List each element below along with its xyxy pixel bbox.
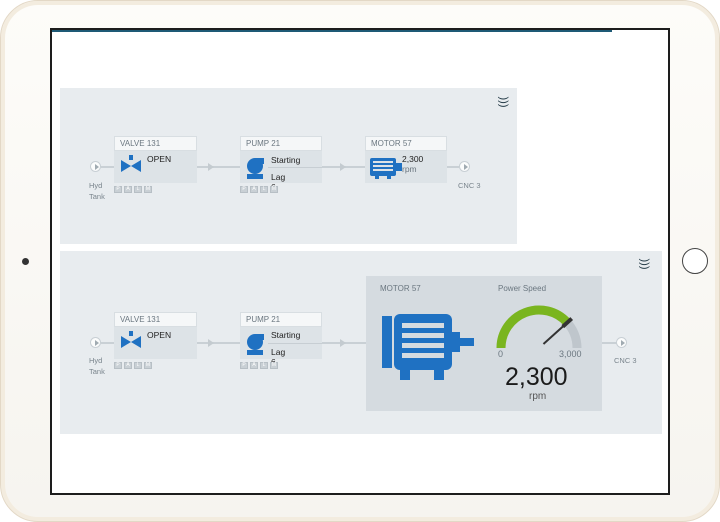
- badge[interactable]: A: [124, 186, 132, 193]
- pump-status: Starting: [271, 330, 301, 340]
- badge[interactable]: M: [270, 186, 278, 193]
- badge[interactable]: A: [250, 186, 258, 193]
- motor-title: MOTOR 57: [365, 136, 447, 151]
- inlet-label: Hyd Tank: [89, 356, 105, 376]
- badge[interactable]: L: [134, 186, 142, 193]
- flow-arrow-icon: [208, 163, 214, 171]
- valve-badges: P A L M: [114, 362, 152, 369]
- speed-gauge: [496, 305, 582, 349]
- badge[interactable]: M: [144, 186, 152, 193]
- badge[interactable]: P: [114, 362, 122, 369]
- gauge-max-label: 3,000: [559, 349, 582, 359]
- pump-divider: [268, 167, 322, 168]
- pump-divider: [268, 343, 322, 344]
- outlet-endpoint[interactable]: [459, 161, 470, 172]
- wifi-icon: ))): [497, 96, 510, 108]
- motor-title: MOTOR 57: [380, 284, 421, 293]
- pump-title: PUMP 21: [240, 312, 322, 327]
- badge[interactable]: L: [260, 362, 268, 369]
- badge[interactable]: M: [144, 362, 152, 369]
- inlet-endpoint[interactable]: [90, 161, 101, 172]
- outlet-label: CNC 3: [458, 181, 481, 190]
- outlet-endpoint[interactable]: [616, 337, 627, 348]
- pump-badges: P A L M: [240, 186, 278, 193]
- outlet-label: CNC 3: [614, 356, 637, 365]
- inlet-endpoint[interactable]: [90, 337, 101, 348]
- valve-title: VALVE 131: [114, 136, 197, 151]
- gauge-min-label: 0: [498, 349, 504, 359]
- valve-status: OPEN: [147, 330, 172, 340]
- flow-arrow-icon: [340, 163, 346, 171]
- badge[interactable]: P: [240, 362, 248, 369]
- motor-speed-unit: rpm: [529, 391, 547, 402]
- screen-top-bar: [52, 30, 612, 32]
- badge[interactable]: A: [124, 362, 132, 369]
- valve-title: VALVE 131: [114, 312, 197, 327]
- valve-badges: P A L M: [114, 186, 152, 193]
- badge[interactable]: L: [260, 186, 268, 193]
- badge[interactable]: A: [250, 362, 258, 369]
- motor-speed-value: 2,300: [505, 363, 568, 391]
- badge[interactable]: P: [240, 186, 248, 193]
- pump-badges: P A L M: [240, 362, 278, 369]
- pump-icon: [247, 158, 264, 179]
- pump-status: Starting: [271, 155, 301, 165]
- flow-arrow-icon: [208, 339, 214, 347]
- badge[interactable]: P: [114, 186, 122, 193]
- motor-speed: 2,300 rpm: [402, 154, 424, 174]
- gauge-fill: [496, 305, 571, 349]
- inlet-label: Hyd Tank: [89, 181, 105, 201]
- gauge-title: Power Speed: [498, 284, 547, 293]
- pump-title: PUMP 21: [240, 136, 322, 151]
- wifi-icon: ))): [638, 258, 651, 270]
- valve-icon: [121, 331, 141, 348]
- home-button[interactable]: [682, 248, 708, 274]
- badge[interactable]: M: [270, 362, 278, 369]
- valve-status: OPEN: [147, 154, 172, 164]
- camera-icon: [22, 258, 29, 265]
- motor-icon: [370, 158, 402, 179]
- motor-icon: [382, 314, 474, 380]
- valve-icon: [121, 155, 141, 172]
- gauge-needle: [542, 324, 565, 345]
- badge[interactable]: L: [134, 362, 142, 369]
- flow-arrow-icon: [340, 339, 346, 347]
- pump-icon: [247, 334, 264, 355]
